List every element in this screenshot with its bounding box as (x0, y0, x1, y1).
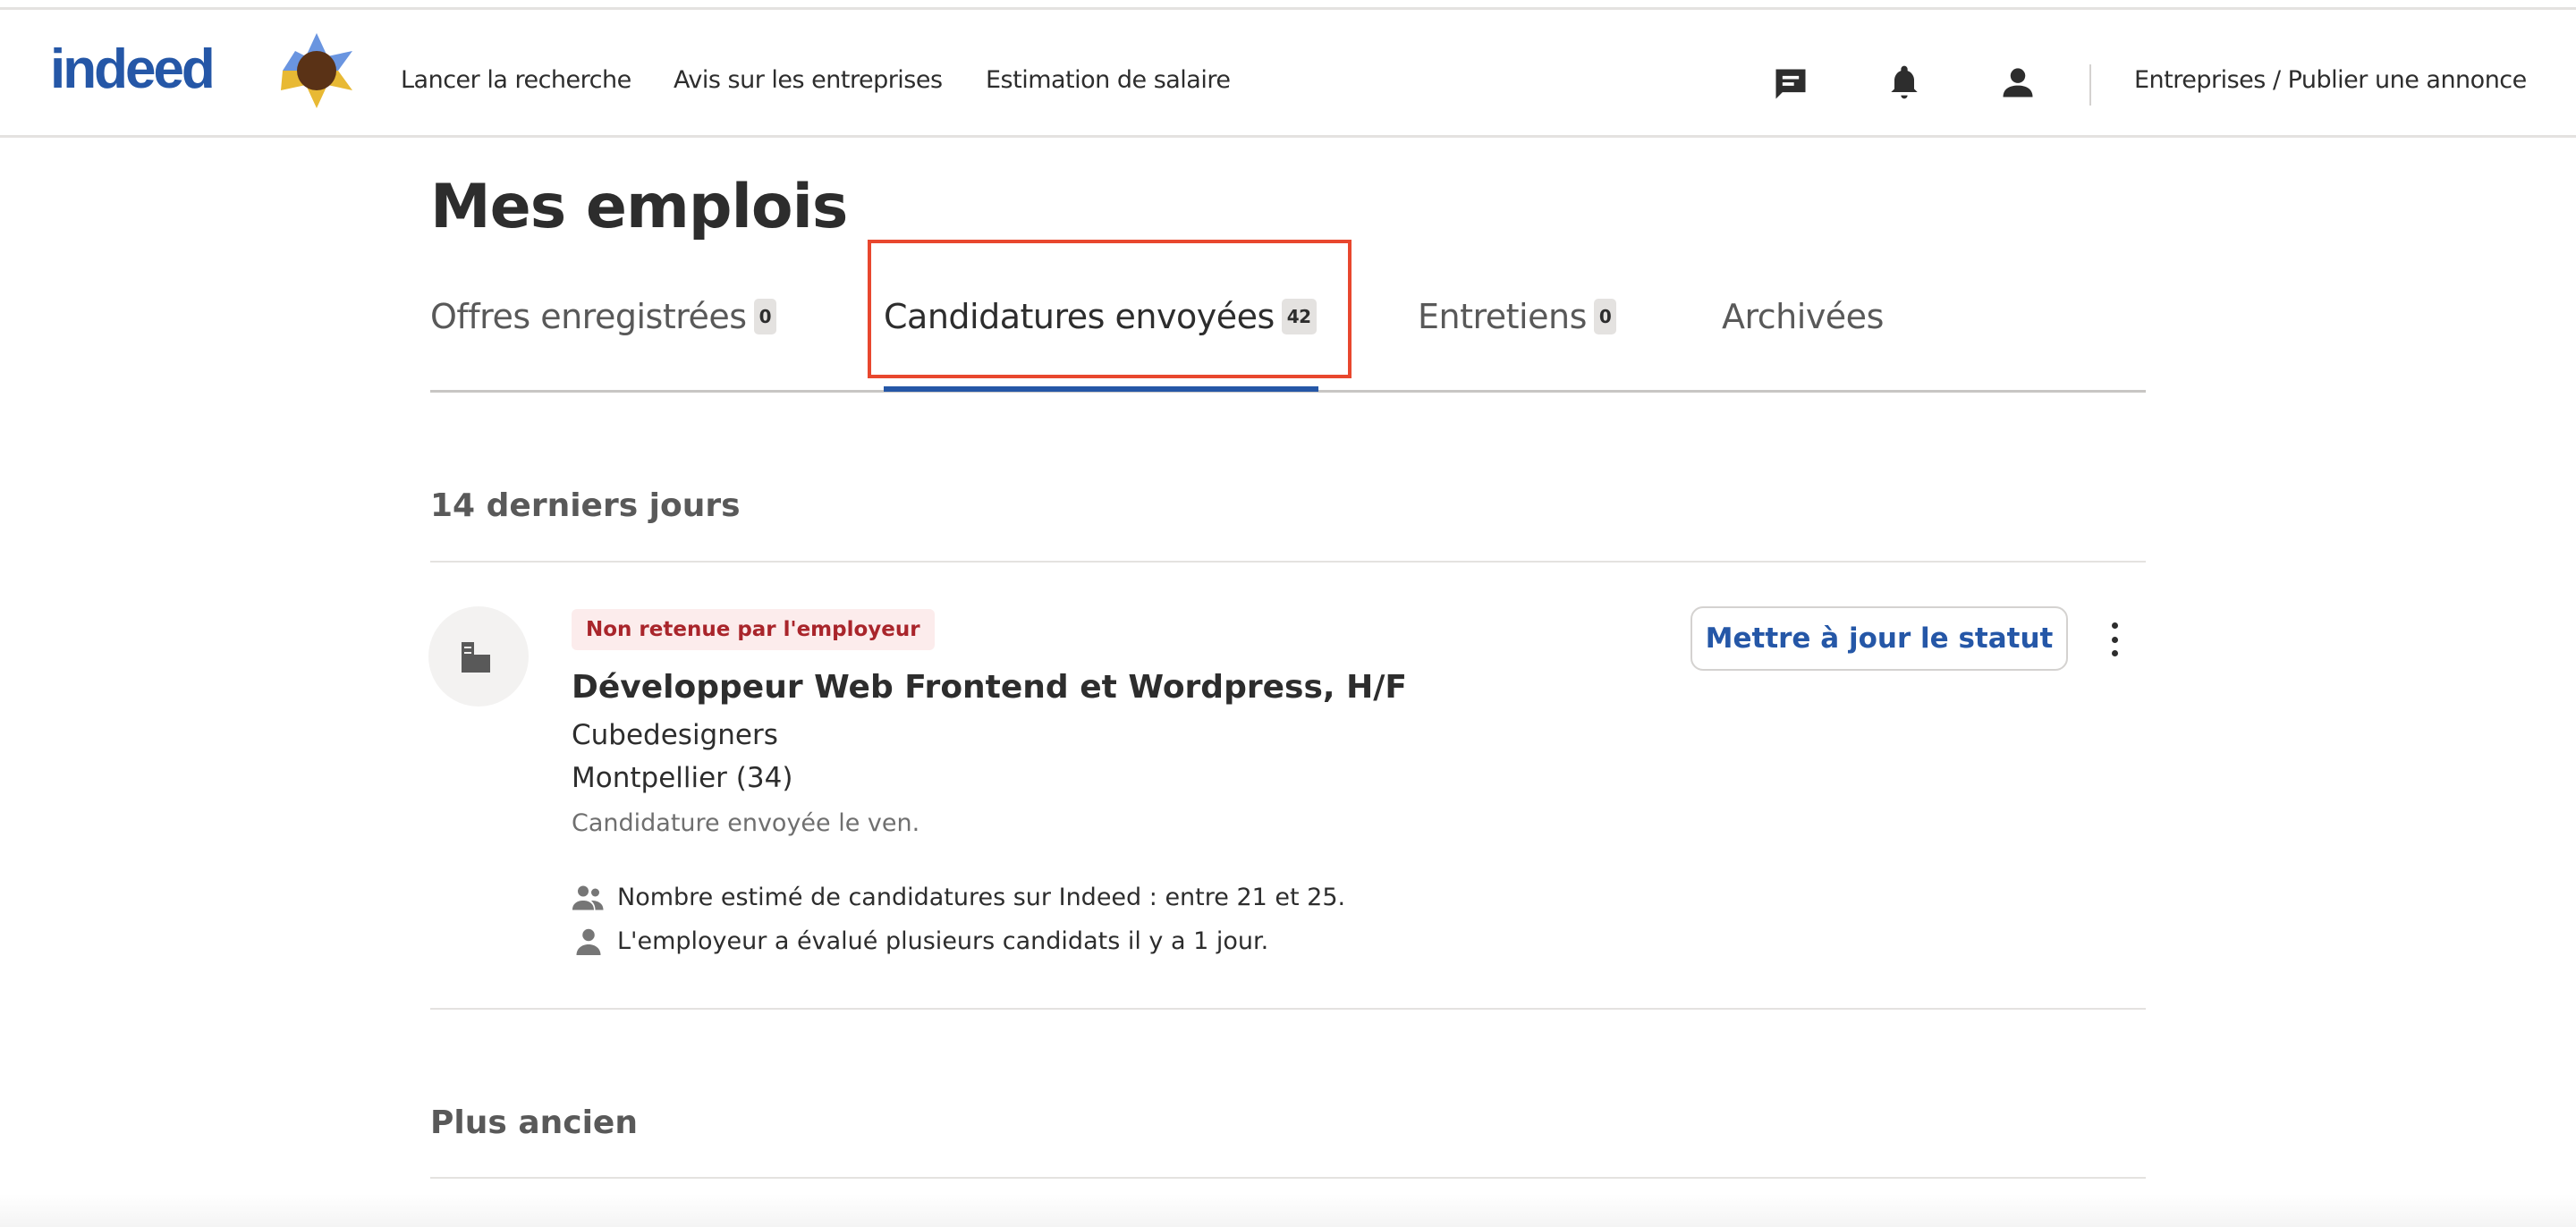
tab-saved[interactable]: Offres enregistrées 0 (430, 297, 776, 336)
tab-interviews[interactable]: Entretiens 0 (1418, 297, 1617, 336)
employers-link[interactable]: Entreprises / Publier une annonce (2134, 66, 2527, 94)
applicants-info: Nombre estimé de candidatures sur Indeed… (572, 884, 1345, 911)
divider (430, 1008, 2146, 1010)
messages-icon[interactable] (1771, 64, 1810, 104)
highlight-box (868, 240, 1352, 378)
info-text: L'employeur a évalué plusieurs candidats… (617, 927, 1269, 955)
people-icon (572, 885, 604, 910)
account-user-icon[interactable] (1998, 63, 2038, 102)
section-older: Plus ancien (430, 1104, 638, 1141)
section-recent: 14 derniers jours (430, 487, 741, 524)
tab-label: Offres enregistrées (430, 297, 747, 336)
tab-count: 0 (1593, 299, 1617, 334)
company-logo (428, 606, 529, 707)
tab-label: Archivées (1722, 297, 1884, 336)
divider (430, 1177, 2146, 1179)
more-options-icon[interactable] (2100, 617, 2129, 662)
info-text: Nombre estimé de candidatures sur Indeed… (617, 884, 1346, 911)
nav-company-reviews[interactable]: Avis sur les entreprises (674, 66, 943, 94)
active-tab-indicator (884, 386, 1318, 392)
person-icon (576, 928, 601, 955)
company-name: Cubedesigners (572, 719, 778, 751)
tab-label: Entretiens (1418, 297, 1587, 336)
tab-archived[interactable]: Archivées (1722, 297, 1884, 336)
divider (430, 561, 2146, 563)
tab-count: 0 (753, 299, 776, 334)
sunflower-icon (275, 30, 358, 112)
status-badge: Non retenue par l'employeur (572, 609, 935, 650)
notifications-bell-icon[interactable] (1885, 63, 1924, 102)
header-divider (2089, 64, 2091, 106)
nav-search[interactable]: Lancer la recherche (401, 66, 631, 94)
indeed-logo[interactable]: indeed (50, 38, 216, 101)
employer-activity-info: L'employeur a évalué plusieurs candidats… (572, 927, 1268, 955)
job-title[interactable]: Développeur Web Frontend et Wordpress, H… (572, 669, 1407, 706)
page-title: Mes emplois (430, 172, 848, 242)
job-location: Montpellier (34) (572, 762, 793, 794)
building-icon (462, 642, 490, 673)
update-status-button[interactable]: Mettre à jour le statut (1690, 606, 2068, 671)
page-bottom-fade (0, 1194, 2576, 1227)
nav-salary[interactable]: Estimation de salaire (986, 66, 1231, 94)
applied-date: Candidature envoyée le ven. (572, 809, 920, 837)
